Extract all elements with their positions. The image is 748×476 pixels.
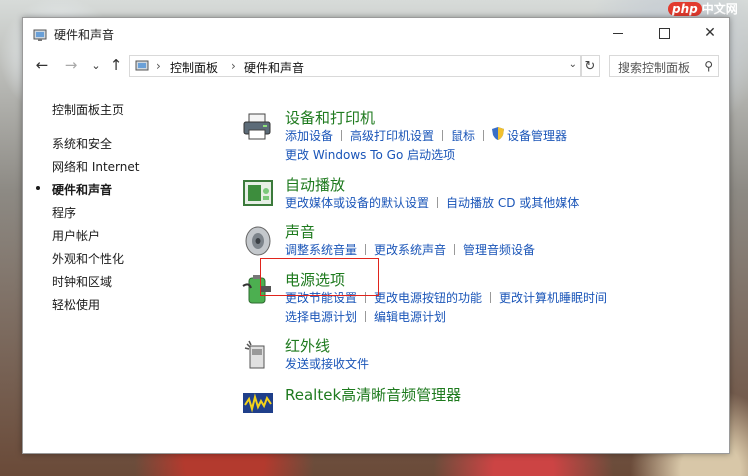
sidebar-item-programs[interactable]: 程序 xyxy=(52,204,76,221)
control-panel-icon xyxy=(33,27,49,46)
back-button[interactable]: ← xyxy=(33,56,51,74)
link-row: 添加设备 高级打印机设置 鼠标 设备管理器 xyxy=(285,127,567,144)
sidebar-item-network[interactable]: 网络和 Internet xyxy=(52,158,139,175)
breadcrumb-control-panel[interactable]: 控制面板 xyxy=(170,59,218,76)
speaker-icon xyxy=(241,224,275,258)
link-separator xyxy=(341,130,343,141)
sidebar-item-home[interactable]: 控制面板主页 xyxy=(52,101,124,118)
sidebar-item-label: 硬件和声音 xyxy=(52,183,113,197)
link-adjust-volume[interactable]: 调整系统音量 xyxy=(285,243,357,257)
search-icon: ⚲ xyxy=(704,59,713,73)
chevron-down-icon: ⌄ xyxy=(91,58,101,72)
close-icon: ✕ xyxy=(704,25,716,41)
link-row: 选择电源计划 编辑电源计划 xyxy=(285,308,446,325)
link-add-device[interactable]: 添加设备 xyxy=(285,129,333,143)
title-bar: 硬件和声音 ✕ xyxy=(23,18,729,49)
link-device-manager[interactable]: 设备管理器 xyxy=(507,129,567,143)
link-row: 调整系统音量 更改系统声音 管理音频设备 xyxy=(285,241,535,258)
maximize-icon xyxy=(658,27,670,39)
sidebar-item-system-security[interactable]: 系统和安全 xyxy=(52,135,112,152)
category-title[interactable]: 设备和打印机 xyxy=(285,107,375,128)
forward-arrow-icon: → xyxy=(64,56,78,74)
up-button[interactable]: ↑ xyxy=(107,56,125,74)
breadcrumb-separator: › xyxy=(231,59,236,73)
watermark-logo: php 中文网 xyxy=(668,0,738,17)
active-bullet xyxy=(36,186,40,190)
close-button[interactable]: ✕ xyxy=(687,18,733,48)
realtek-icon xyxy=(241,387,275,421)
address-dropdown-icon[interactable]: ⌄ xyxy=(569,59,577,70)
printer-icon xyxy=(241,110,275,144)
link-separator xyxy=(365,244,367,255)
link-advanced-printer-setup[interactable]: 高级打印机设置 xyxy=(350,129,434,143)
control-panel-window: 硬件和声音 ✕ ← → ⌄ ↑ › 控制面板 › 硬件和声音 ⌄ ↻ 搜索控制面… xyxy=(22,17,730,454)
infrared-icon xyxy=(241,338,275,372)
link-row: 更改 Windows To Go 启动选项 xyxy=(285,146,455,163)
link-autoplay-cd[interactable]: 自动播放 CD 或其他媒体 xyxy=(446,196,579,210)
link-change-sounds[interactable]: 更改系统声音 xyxy=(374,243,446,257)
recent-locations-button[interactable]: ⌄ xyxy=(87,56,105,74)
link-separator xyxy=(442,130,444,141)
link-separator xyxy=(365,311,367,322)
refresh-button[interactable]: ↻ xyxy=(580,55,600,77)
link-separator xyxy=(454,244,456,255)
link-separator xyxy=(483,130,485,141)
link-send-receive-files[interactable]: 发送或接收文件 xyxy=(285,357,369,371)
address-bar[interactable]: › 控制面板 › 硬件和声音 ⌄ xyxy=(129,55,582,77)
link-mouse[interactable]: 鼠标 xyxy=(451,129,475,143)
highlight-box xyxy=(260,258,379,296)
link-power-button-function[interactable]: 更改电源按钮的功能 xyxy=(374,291,482,305)
shield-icon xyxy=(492,127,505,143)
sidebar-item-ease-of-access[interactable]: 轻松使用 xyxy=(52,296,100,313)
link-choose-power-plan[interactable]: 选择电源计划 xyxy=(285,310,357,324)
autoplay-icon xyxy=(241,177,275,211)
link-row: 更改媒体或设备的默认设置 自动播放 CD 或其他媒体 xyxy=(285,194,579,211)
minimize-button[interactable] xyxy=(595,18,641,48)
breadcrumb-separator: › xyxy=(156,59,161,73)
link-manage-audio-devices[interactable]: 管理音频设备 xyxy=(463,243,535,257)
forward-button[interactable]: → xyxy=(62,56,80,74)
link-edit-power-plan[interactable]: 编辑电源计划 xyxy=(374,310,446,324)
window-title: 硬件和声音 xyxy=(54,28,115,42)
category-title[interactable]: 红外线 xyxy=(285,335,330,356)
minimize-icon xyxy=(613,32,623,34)
search-placeholder: 搜索控制面板 xyxy=(618,61,691,75)
sidebar-item-appearance[interactable]: 外观和个性化 xyxy=(52,250,124,267)
address-icon xyxy=(135,59,151,76)
category-title[interactable]: 自动播放 xyxy=(285,174,345,195)
sidebar-item-hardware-sound[interactable]: 硬件和声音 xyxy=(36,181,113,198)
link-row: 发送或接收文件 xyxy=(285,355,369,372)
link-windows-to-go[interactable]: 更改 Windows To Go 启动选项 xyxy=(285,148,455,162)
link-change-default-media[interactable]: 更改媒体或设备的默认设置 xyxy=(285,196,429,210)
back-arrow-icon: ← xyxy=(35,56,49,74)
maximize-button[interactable] xyxy=(641,18,687,48)
up-arrow-icon: ↑ xyxy=(109,56,123,74)
refresh-icon: ↻ xyxy=(584,58,596,74)
sidebar-item-clock-region[interactable]: 时钟和区域 xyxy=(52,273,112,290)
category-title[interactable]: 声音 xyxy=(285,221,315,242)
sidebar-item-user-accounts[interactable]: 用户帐户 xyxy=(52,227,100,244)
link-separator xyxy=(437,197,439,208)
navigation-bar: ← → ⌄ ↑ › 控制面板 › 硬件和声音 ⌄ ↻ 搜索控制面板 ⚲ xyxy=(23,51,729,81)
breadcrumb-hardware-sound[interactable]: 硬件和声音 xyxy=(244,59,304,76)
link-separator xyxy=(490,292,492,303)
search-input[interactable]: 搜索控制面板 ⚲ xyxy=(609,55,719,77)
category-title[interactable]: Realtek高清晰音频管理器 xyxy=(285,384,461,405)
link-sleep-time[interactable]: 更改计算机睡眠时间 xyxy=(499,291,607,305)
